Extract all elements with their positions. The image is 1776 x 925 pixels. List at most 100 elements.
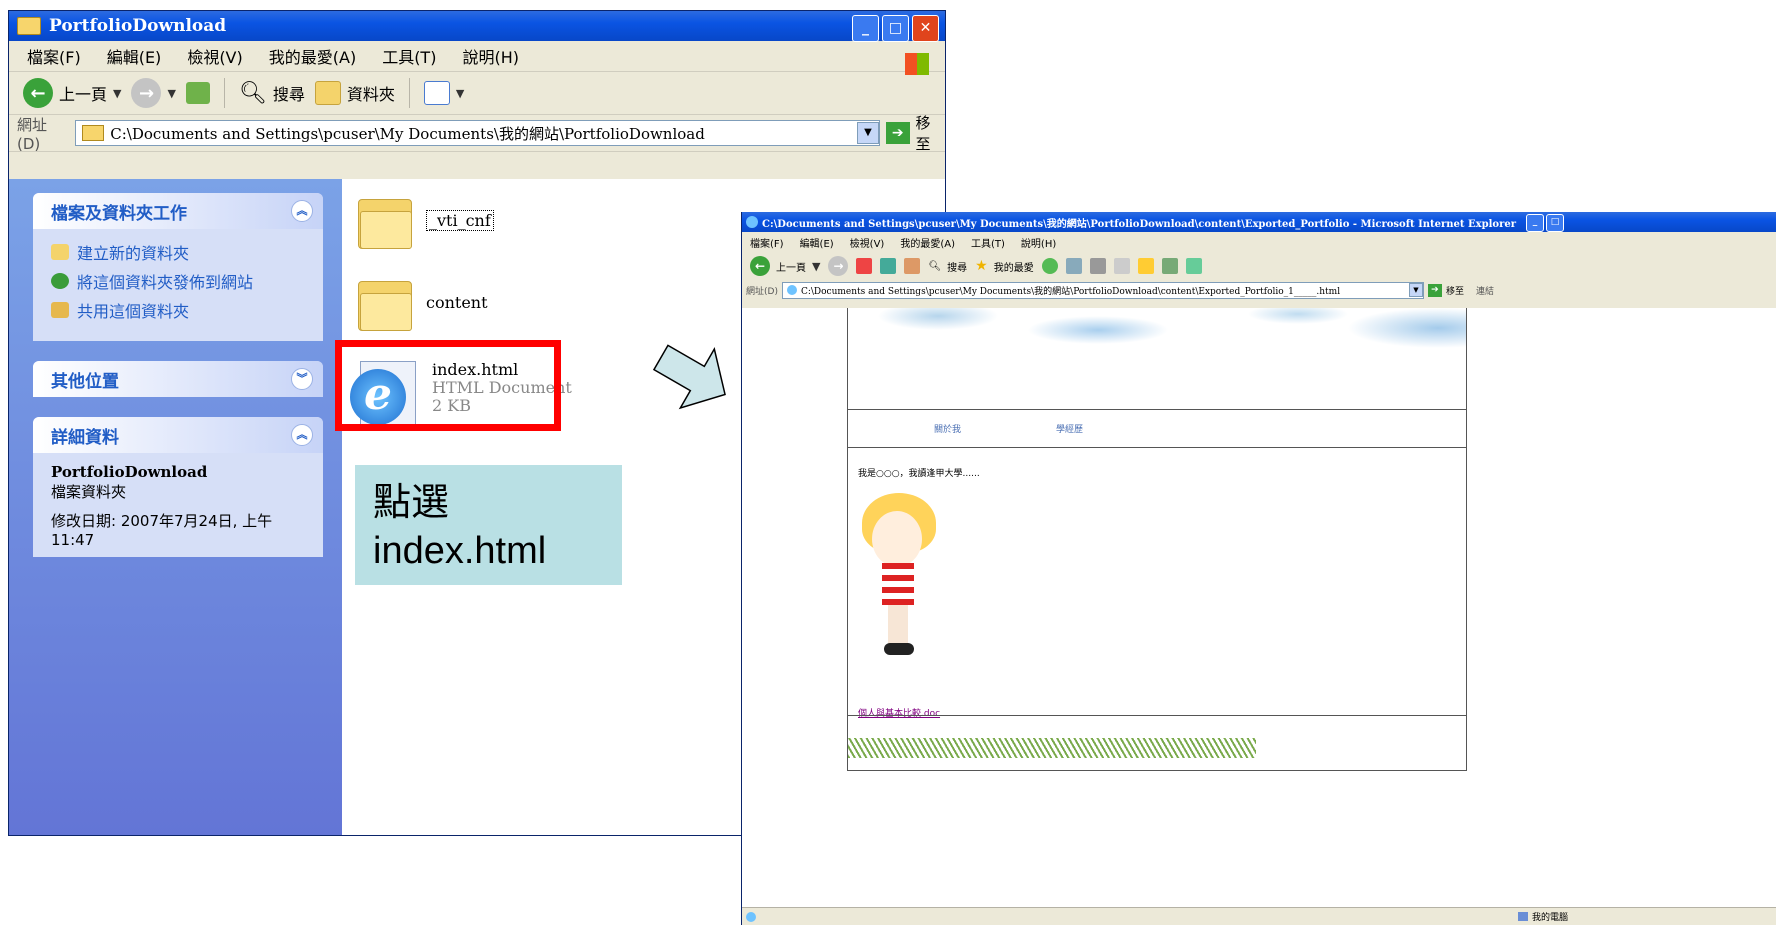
explorer-title: PortfolioDownload: [49, 16, 227, 36]
star-icon: ★: [975, 258, 988, 274]
ie-menu-view[interactable]: 檢視(V): [850, 235, 885, 250]
details-name: PortfolioDownload: [51, 463, 208, 481]
ie-menu-edit[interactable]: 編輯(E): [800, 235, 834, 250]
status-zone-label: 我的電腦: [1532, 913, 1569, 923]
folder-icon[interactable]: [1137, 258, 1154, 274]
ie-menu-tools[interactable]: 工具(T): [971, 235, 1005, 250]
collapse-icon[interactable]: ︽: [291, 424, 313, 446]
portfolio-page: 關於我 學經歷 我是○○○，我讀逢甲大學...... 個人與基本比較.doc: [847, 308, 1467, 771]
ie-back-button[interactable]: ← 上一頁 ▼: [750, 256, 820, 276]
folders-button[interactable]: 資料夾: [314, 81, 395, 105]
ie-forward-icon[interactable]: →: [828, 256, 849, 276]
collapse-icon[interactable]: ︽: [291, 200, 313, 222]
expand-icon[interactable]: ︾: [291, 368, 313, 390]
other-places-header[interactable]: 其他位置 ︾: [33, 361, 323, 397]
menu-help[interactable]: 說明(H): [462, 44, 519, 68]
ie-toolbar: ← 上一頁 ▼ → 🔍︎ 搜尋 ★ 我的最愛: [742, 252, 1776, 280]
explorer-menu-bar: 檔案(F) 編輯(E) 檢視(V) 我的最愛(A) 工具(T) 說明(H): [9, 41, 945, 72]
details-header[interactable]: 詳細資料 ︽: [33, 417, 323, 453]
nav-about-me[interactable]: 關於我: [934, 422, 961, 435]
ie-address-dropdown[interactable]: ▼: [1408, 283, 1423, 297]
edit-icon[interactable]: [1113, 258, 1130, 274]
ie-page-content: 關於我 學經歷 我是○○○，我讀逢甲大學...... 個人與基本比較.doc: [742, 308, 1776, 908]
refresh-icon[interactable]: [880, 258, 897, 274]
ie-minimize-button[interactable]: _: [1526, 214, 1544, 232]
mail-icon[interactable]: [1065, 258, 1082, 274]
highlight-box: [335, 340, 561, 431]
file-name: content: [426, 292, 488, 312]
go-arrow-icon[interactable]: ➔: [885, 122, 910, 144]
ie-menu-help[interactable]: 說明(H): [1021, 235, 1056, 250]
ie-menu-favorites[interactable]: 我的最愛(A): [900, 235, 955, 250]
folder-icon: [358, 193, 412, 249]
menu-view[interactable]: 檢視(V): [187, 44, 242, 68]
chevron-down-icon: ▼: [455, 86, 465, 100]
portfolio-nav: 關於我 學經歷: [848, 409, 1466, 448]
task-label: 建立新的資料夾: [77, 243, 190, 263]
close-button[interactable]: ✕: [912, 15, 939, 42]
search-button[interactable]: 🔍︎ 搜尋: [239, 81, 305, 106]
menu-favorites[interactable]: 我的最愛(A): [269, 44, 356, 68]
menu-tools[interactable]: 工具(T): [382, 44, 436, 68]
go-arrow-icon[interactable]: ➔: [1427, 283, 1442, 297]
task-new-folder[interactable]: 建立新的資料夾: [51, 237, 305, 266]
forward-button[interactable]: → ▼: [131, 78, 176, 108]
nav-education[interactable]: 學經歷: [1056, 422, 1083, 435]
ie-title-bar[interactable]: C:\Documents and Settings\pcuser\My Docu…: [742, 212, 1776, 232]
folder-icon: [358, 275, 412, 331]
maximize-button[interactable]: □: [882, 15, 909, 42]
address-bar: 網址(D) C:\Documents and Settings\pcuser\M…: [9, 112, 945, 154]
ie-address-input[interactable]: C:\Documents and Settings\pcuser\My Docu…: [781, 281, 1424, 299]
address-input[interactable]: C:\Documents and Settings\pcuser\My Docu…: [75, 120, 880, 146]
other-places-title: 其他位置: [51, 371, 119, 392]
ie-links-label[interactable]: 連結: [1476, 284, 1494, 297]
file-item[interactable]: content: [358, 275, 488, 331]
media-icon[interactable]: [1041, 258, 1058, 274]
ie-maximize-button[interactable]: □: [1546, 214, 1564, 232]
task-share-folder[interactable]: 共用這個資料夾: [51, 295, 305, 324]
file-item[interactable]: _vti_cnf: [358, 193, 494, 249]
file-tasks-header[interactable]: 檔案及資料夾工作 ︽: [33, 193, 323, 229]
file-tasks-panel: 檔案及資料夾工作 ︽ 建立新的資料夾 將這個資料夾發佈到網站 共用這個資料夾: [33, 193, 323, 341]
ie-menu-bar: 檔案(F) 編輯(E) 檢視(V) 我的最愛(A) 工具(T) 說明(H): [742, 232, 1776, 252]
chevron-down-icon: ▼: [167, 86, 176, 100]
explorer-toolbar: ← 上一頁 ▼ → ▼ 🔍︎ 搜尋 資料夾 ▼: [9, 72, 945, 115]
ie-title: C:\Documents and Settings\pcuser\My Docu…: [762, 218, 1516, 230]
go-label[interactable]: 移至: [916, 112, 945, 154]
internet-explorer-icon: [746, 216, 758, 228]
sky-banner: [848, 308, 1466, 410]
ie-menu-file[interactable]: 檔案(F): [750, 235, 784, 250]
ie-favorites-button[interactable]: ★ 我的最愛: [975, 258, 1034, 274]
up-folder-icon[interactable]: [185, 82, 210, 104]
research-icon[interactable]: [1161, 258, 1178, 274]
explorer-title-bar[interactable]: PortfolioDownload _ □ ✕: [9, 11, 945, 42]
minimize-button[interactable]: _: [852, 15, 879, 42]
print-icon[interactable]: [1089, 258, 1106, 274]
ie-address-label: 網址(D): [746, 286, 778, 297]
home-icon[interactable]: [904, 258, 921, 274]
folders-icon: [314, 81, 341, 105]
address-path: C:\Documents and Settings\pcuser\My Docu…: [110, 124, 705, 143]
address-dropdown[interactable]: ▼: [856, 122, 879, 144]
ie-search-button[interactable]: 🔍︎ 搜尋: [928, 259, 967, 274]
menu-file[interactable]: 檔案(F): [27, 44, 81, 68]
search-icon: 🔍︎: [928, 260, 942, 272]
details-type: 檔案資料夾: [51, 483, 127, 501]
page-icon: [746, 911, 756, 922]
ie-go-label[interactable]: 移至: [1446, 284, 1464, 297]
chevron-down-icon: ▼: [113, 86, 122, 100]
details-panel: 詳細資料 ︽ PortfolioDownload 檔案資料夾 修改日期: 200…: [33, 417, 323, 557]
ie-search-label: 搜尋: [947, 262, 968, 274]
task-publish-web[interactable]: 將這個資料夾發佈到網站: [51, 266, 305, 295]
views-button[interactable]: ▼: [423, 81, 465, 105]
menu-edit[interactable]: 編輯(E): [107, 44, 162, 68]
task-pane: 檔案及資料夾工作 ︽ 建立新的資料夾 將這個資料夾發佈到網站 共用這個資料夾 其…: [9, 179, 342, 835]
folders-label: 資料夾: [346, 85, 395, 104]
back-button[interactable]: ← 上一頁 ▼: [23, 78, 121, 108]
back-arrow-icon: ←: [750, 256, 770, 276]
messenger-icon[interactable]: [1185, 258, 1202, 274]
back-arrow-icon: ←: [23, 78, 53, 108]
back-label: 上一頁: [59, 85, 108, 104]
computer-icon: [1518, 912, 1528, 921]
stop-icon[interactable]: [856, 258, 873, 274]
